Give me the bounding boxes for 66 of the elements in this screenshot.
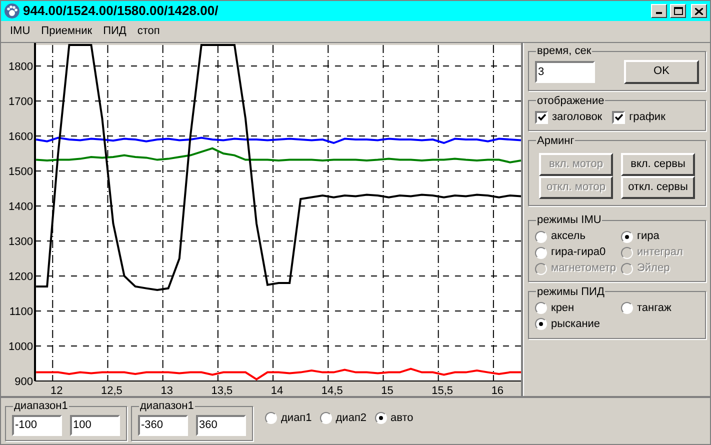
- radio-button[interactable]: [621, 302, 633, 314]
- close-icon: [695, 8, 703, 14]
- radio-button[interactable]: [265, 412, 277, 424]
- y-tick-label: 1100: [9, 306, 33, 318]
- menu-item[interactable]: Приемник: [36, 23, 98, 40]
- radio-option[interactable]: рыскание: [535, 316, 621, 332]
- radio-option[interactable]: гира-гира0: [535, 244, 621, 260]
- y-tick-label: 1200: [8, 271, 33, 283]
- time-field[interactable]: 3: [535, 60, 595, 82]
- menu-item[interactable]: стоп: [132, 23, 165, 40]
- radio-option[interactable]: авто: [374, 410, 414, 426]
- arming-button[interactable]: откл. сервы: [621, 176, 695, 199]
- radio-button[interactable]: [535, 318, 547, 330]
- radio-option[interactable]: тангаж: [621, 300, 699, 316]
- minimize-button[interactable]: [651, 4, 667, 18]
- menu-item[interactable]: IMU: [5, 23, 36, 40]
- paw-icon: [4, 3, 20, 19]
- y-tick-label: 1400: [8, 201, 33, 213]
- x-tick-label: 14,5: [321, 385, 343, 396]
- radio-option[interactable]: гира: [621, 228, 699, 244]
- radio-option[interactable]: крен: [535, 300, 621, 316]
- range-min-field[interactable]: -100: [12, 414, 62, 436]
- range-max-field[interactable]: 100: [70, 414, 120, 436]
- group-label: отображение: [536, 94, 606, 108]
- radio-button[interactable]: [535, 302, 547, 314]
- checkbox[interactable]: [612, 110, 626, 124]
- radio-button[interactable]: [535, 230, 547, 242]
- radio-option[interactable]: аксель: [535, 228, 621, 244]
- group-label: время, сек: [536, 44, 592, 59]
- y-tick-label: 1300: [8, 236, 33, 248]
- radio-option[interactable]: диап1: [265, 410, 312, 426]
- y-tick-label: 1500: [8, 166, 33, 178]
- close-button[interactable]: [691, 4, 707, 18]
- y-tick-label: 900: [14, 376, 33, 388]
- ok-button[interactable]: OK: [624, 60, 699, 84]
- maximize-button[interactable]: [670, 4, 686, 18]
- y-tick-label: 1800: [8, 61, 33, 73]
- window-title: 944.00/1524.00/1580.00/1428.00/: [23, 2, 220, 20]
- checkbox[interactable]: [535, 110, 548, 124]
- radio-button[interactable]: [320, 412, 332, 424]
- x-tick-label: 12: [50, 385, 63, 396]
- group-label: диапазон1: [139, 399, 195, 414]
- group-label: Арминг: [536, 134, 576, 148]
- range-min-field[interactable]: -360: [138, 414, 188, 436]
- x-tick-label: 15,5: [432, 385, 454, 396]
- y-tick-label: 1000: [8, 341, 33, 353]
- range-max-field[interactable]: 360: [196, 414, 246, 436]
- radio-button[interactable]: [621, 230, 633, 242]
- x-tick-label: 14: [270, 385, 284, 396]
- arming-button[interactable]: вкл. сервы: [621, 153, 695, 176]
- radio-option[interactable]: диап2: [320, 410, 367, 426]
- checkbox-option[interactable]: график: [612, 109, 666, 126]
- x-tick-label: 15: [381, 385, 394, 396]
- group-label: режимы IMU: [536, 213, 602, 228]
- group-label: диапазон1: [13, 399, 69, 414]
- x-tick-label: 13,5: [211, 385, 233, 396]
- x-tick-label: 12,5: [101, 385, 122, 396]
- radio-button[interactable]: [374, 412, 387, 424]
- x-tick-label: 16: [491, 385, 504, 396]
- x-tick-label: 13: [160, 385, 173, 396]
- checkbox-option[interactable]: заголовок: [535, 109, 602, 126]
- y-tick-label: 1700: [8, 96, 33, 108]
- group-label: режимы ПИД: [536, 284, 606, 300]
- menu-item[interactable]: ПИД: [98, 23, 132, 40]
- y-tick-label: 1600: [8, 131, 33, 143]
- radio-button[interactable]: [535, 246, 547, 258]
